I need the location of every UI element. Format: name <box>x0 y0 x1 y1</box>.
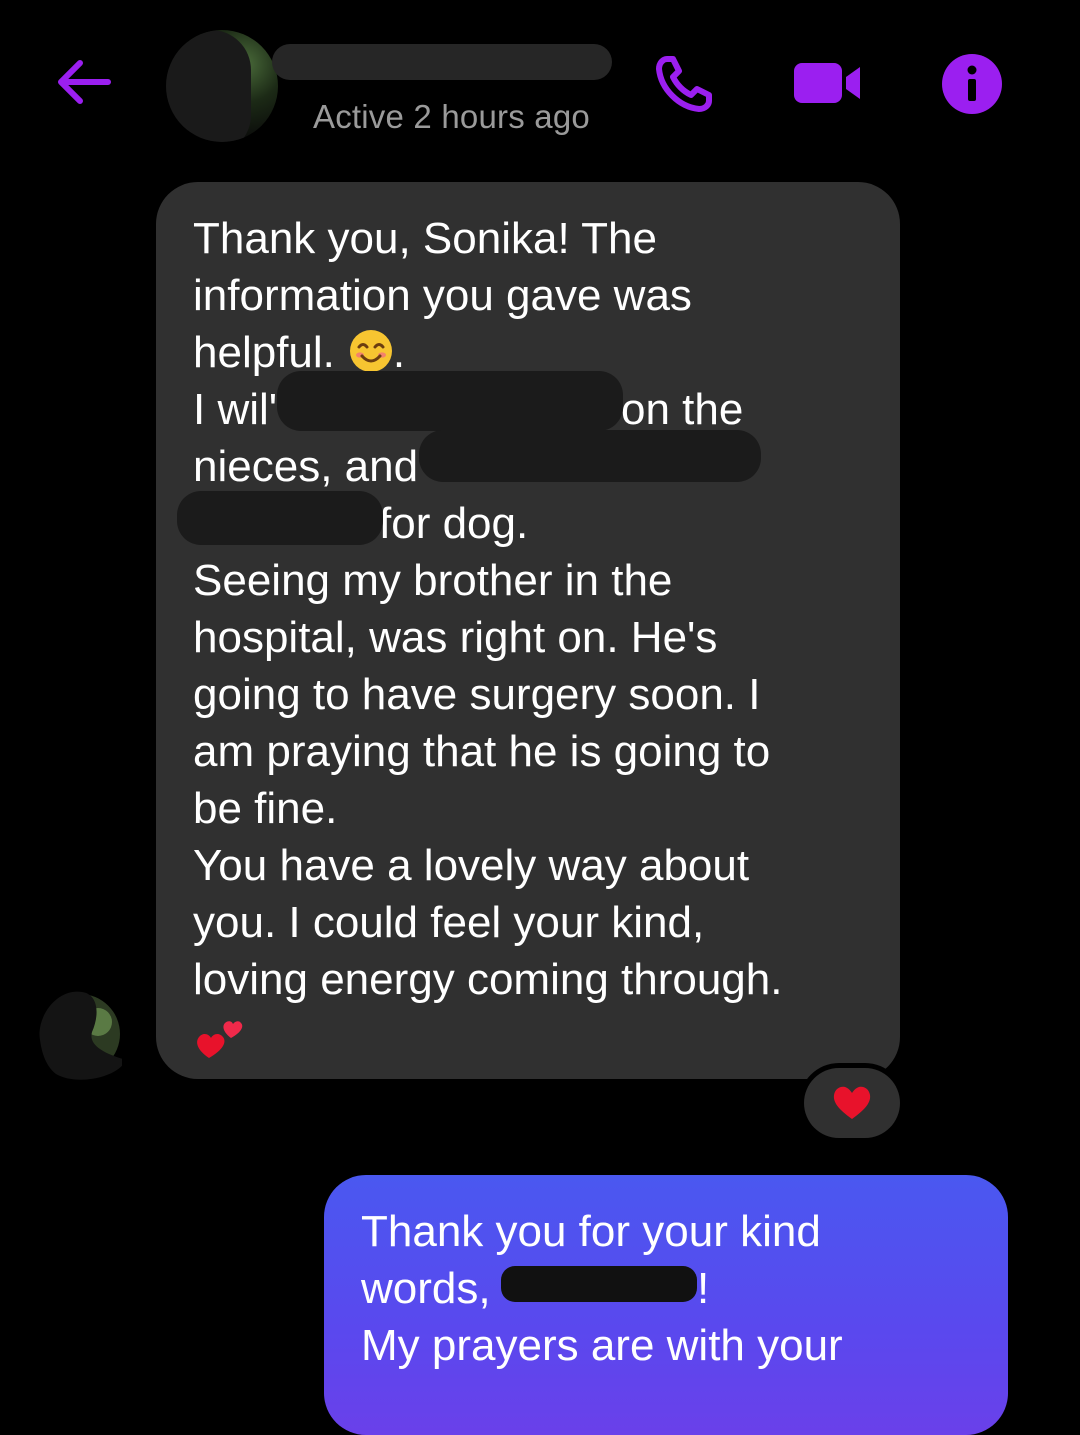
message-line: You have a lovely way about <box>193 841 750 890</box>
redacted-text <box>177 491 383 545</box>
message-line: loving energy coming through. <box>193 955 783 1004</box>
message-line: for dog. <box>177 491 864 552</box>
message-reaction[interactable] <box>804 1068 900 1138</box>
info-icon <box>942 54 1002 114</box>
message-line: nieces, and <box>193 430 864 495</box>
message-line: am praying that he is going to <box>193 727 771 776</box>
incoming-message-bubble[interactable]: Thank you, Sonika! The information you g… <box>156 182 900 1079</box>
message-line: Thank you for your kind <box>361 1207 821 1256</box>
smiling-face-emoji <box>349 330 392 372</box>
phone-icon <box>656 56 712 112</box>
message-line: information you gave was <box>193 271 692 320</box>
avatar-redaction <box>166 30 251 142</box>
redacted-text <box>501 1266 697 1302</box>
back-button[interactable] <box>50 52 116 112</box>
message-line: My prayers are with your <box>361 1321 843 1370</box>
sender-avatar[interactable] <box>36 982 122 1082</box>
message-line: going to have surgery soon. I <box>193 670 761 719</box>
outgoing-message-bubble[interactable]: Thank you for your kind words, ! My pray… <box>324 1175 1008 1435</box>
two-hearts-emoji <box>197 1021 243 1058</box>
message-line: be fine. <box>193 784 338 833</box>
active-status: Active 2 hours ago <box>313 98 590 135</box>
video-call-button[interactable] <box>790 52 866 114</box>
video-camera-icon <box>794 63 860 103</box>
message-line: words, ! <box>361 1264 710 1313</box>
audio-call-button[interactable] <box>650 52 718 114</box>
arrow-left-icon <box>58 60 111 104</box>
conversation-info-button[interactable] <box>940 52 1004 116</box>
red-heart-emoji <box>833 1086 871 1119</box>
conversation-header: Active 2 hours ago <box>0 0 1080 165</box>
redacted-text <box>419 430 761 482</box>
message-line: hospital, was right on. He's <box>193 613 718 662</box>
message-line: you. I could feel your kind, <box>193 898 705 947</box>
contact-avatar[interactable] <box>166 30 278 142</box>
contact-name-redacted[interactable] <box>272 44 612 80</box>
message-line: Seeing my brother in the <box>193 556 673 605</box>
redacted-text <box>277 371 623 431</box>
message-line: Thank you, Sonika! The <box>193 214 657 263</box>
